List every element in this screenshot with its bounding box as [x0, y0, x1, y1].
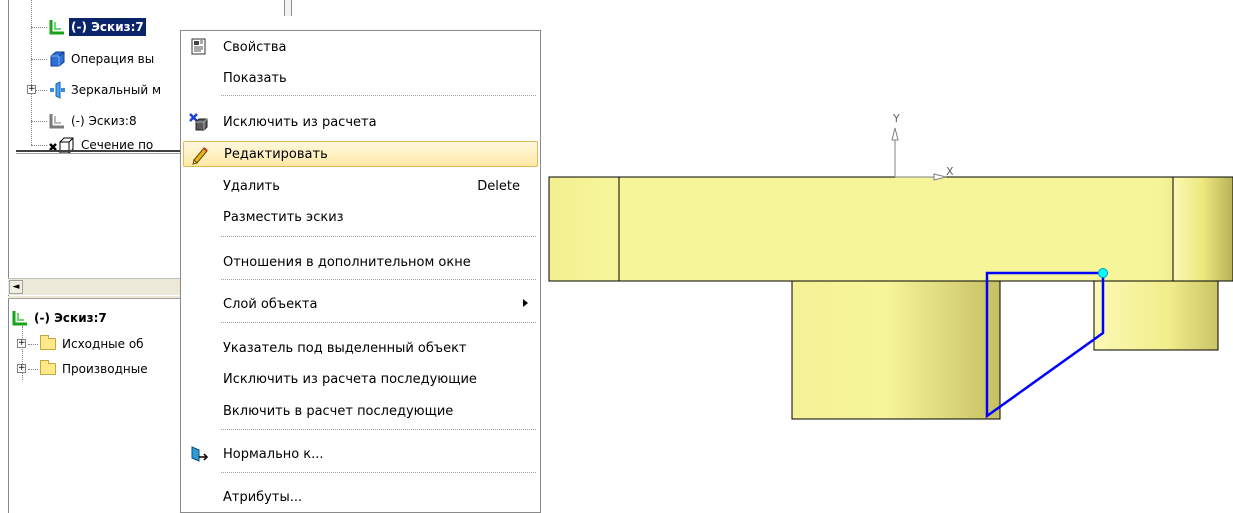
menu-separator [221, 322, 536, 323]
menu-item-label: Показать [223, 70, 287, 86]
expand-toggle[interactable]: + [17, 364, 26, 373]
scroll-left-arrow-icon[interactable]: ◄ [9, 280, 23, 294]
menu-separator [221, 236, 536, 237]
tree-node-label: (-) Эскиз:8 [71, 114, 137, 128]
tree-node-label: (-) Эскиз:7 [34, 311, 107, 325]
tree-line [31, 59, 47, 60]
menu-item-normal-to[interactable]: Нормально к... [183, 441, 538, 467]
tree-node-sketch-8[interactable]: (-) Эскиз:8 [48, 111, 139, 131]
menu-separator [221, 279, 536, 280]
menu-item-label: Разместить эскиз [223, 209, 344, 225]
tree-node-label: Зеркальный м [71, 83, 162, 97]
model-tree-panel: (-) Эскиз:7 Операция вы + Зеркальный м (… [0, 0, 182, 513]
menu-item-place-sketch[interactable]: Разместить эскиз [183, 204, 538, 230]
tree-node-label: (-) Эскиз:7 [69, 18, 146, 36]
menu-item-label: Редактировать [224, 146, 328, 162]
menu-item-label: Слой объекта [223, 296, 318, 312]
tree-node-source-objects[interactable]: Исходные об [40, 334, 146, 354]
folder-icon [40, 335, 56, 350]
menu-item-pointer[interactable]: Указатель под выделенный объект [183, 335, 538, 361]
menu-item-exclude[interactable]: Исключить из расчета [183, 109, 538, 135]
tree-node-sketch-7-root[interactable]: (-) Эскиз:7 [11, 308, 109, 328]
menu-item-label: Указатель под выделенный объект [223, 340, 467, 356]
model-canvas[interactable]: Y X [541, 0, 1233, 513]
properties-icon [189, 37, 209, 57]
sketch-gray-icon [48, 112, 66, 130]
tree-node-label: Операция вы [71, 52, 155, 66]
sketch-icon [48, 18, 66, 36]
menu-item-label: Отношения в дополнительном окне [223, 254, 471, 270]
right-rounded-face[interactable] [1172, 176, 1233, 282]
axis-x-label: X [946, 165, 954, 178]
menu-separator [221, 95, 536, 96]
extrude-operation-icon [48, 50, 66, 68]
model-viewport[interactable]: Y X [541, 0, 1233, 513]
pencil-icon [190, 145, 210, 165]
tree-node-derived-objects[interactable]: Производные [40, 359, 150, 379]
tree-line [31, 0, 32, 145]
tree-splitter[interactable] [16, 150, 182, 154]
menu-separator [221, 429, 536, 430]
menu-item-label: Свойства [223, 39, 287, 55]
tree-node-sketch-7[interactable]: (-) Эскиз:7 [48, 17, 146, 37]
submenu-arrow-icon [523, 299, 528, 307]
tree-line [28, 369, 38, 370]
tree-line [28, 344, 38, 345]
expand-toggle[interactable]: + [27, 85, 36, 94]
menu-item-attributes[interactable]: Атрибуты... [183, 484, 538, 510]
left-boss[interactable] [791, 280, 1001, 420]
menu-item-label: Исключить из расчета [223, 114, 377, 130]
tree-node-label: Исходные об [62, 337, 144, 351]
scrollbar-stub[interactable] [284, 0, 292, 16]
menu-item-label: Нормально к... [223, 446, 324, 462]
tree-node-label: Производные [62, 362, 148, 376]
sketch-point[interactable] [1098, 268, 1108, 278]
axis-triad [891, 127, 947, 181]
mirror-array-icon [48, 81, 66, 99]
menu-item-label: Включить в расчет последующие [223, 403, 454, 419]
exclude-icon [189, 112, 209, 132]
context-menu: Свойства Показать Исключить из расчета Р… [180, 30, 541, 513]
menu-item-edit[interactable]: Редактировать [183, 141, 538, 167]
tree-line [31, 145, 47, 146]
sketch-icon [11, 309, 29, 327]
menu-item-label: Исключить из расчета последующие [223, 371, 477, 387]
menu-item-layer[interactable]: Слой объекта [183, 291, 538, 317]
horizontal-scrollbar[interactable]: ◄ [8, 278, 182, 295]
menu-item-label: Атрибуты... [223, 489, 303, 505]
menu-shortcut: Delete [477, 178, 520, 194]
axis-y-label: Y [892, 112, 900, 125]
menu-item-show[interactable]: Показать [183, 65, 538, 91]
menu-item-delete[interactable]: Удалить Delete [183, 173, 538, 199]
expand-toggle[interactable]: + [17, 339, 26, 348]
menu-item-include-following[interactable]: Включить в расчет последующие [183, 398, 538, 424]
menu-item-relations[interactable]: Отношения в дополнительном окне [183, 249, 538, 275]
menu-item-label: Удалить [223, 178, 280, 194]
menu-item-exclude-following[interactable]: Исключить из расчета последующие [183, 366, 538, 392]
tree-node-operation[interactable]: Операция вы [48, 49, 156, 69]
top-plate[interactable] [548, 176, 1233, 282]
folder-icon [40, 360, 56, 375]
tree-line [36, 90, 47, 91]
right-boss[interactable] [1093, 280, 1219, 351]
sketch-contour[interactable] [985, 271, 1105, 419]
pane-separator[interactable] [8, 296, 182, 299]
normal-to-icon [189, 444, 209, 464]
menu-item-properties[interactable]: Свойства [183, 34, 538, 60]
menu-separator [221, 472, 536, 473]
panel-border [8, 0, 9, 513]
tree-node-mirror[interactable]: Зеркальный м [48, 80, 163, 100]
tree-line [31, 27, 47, 28]
tree-line [31, 121, 47, 122]
